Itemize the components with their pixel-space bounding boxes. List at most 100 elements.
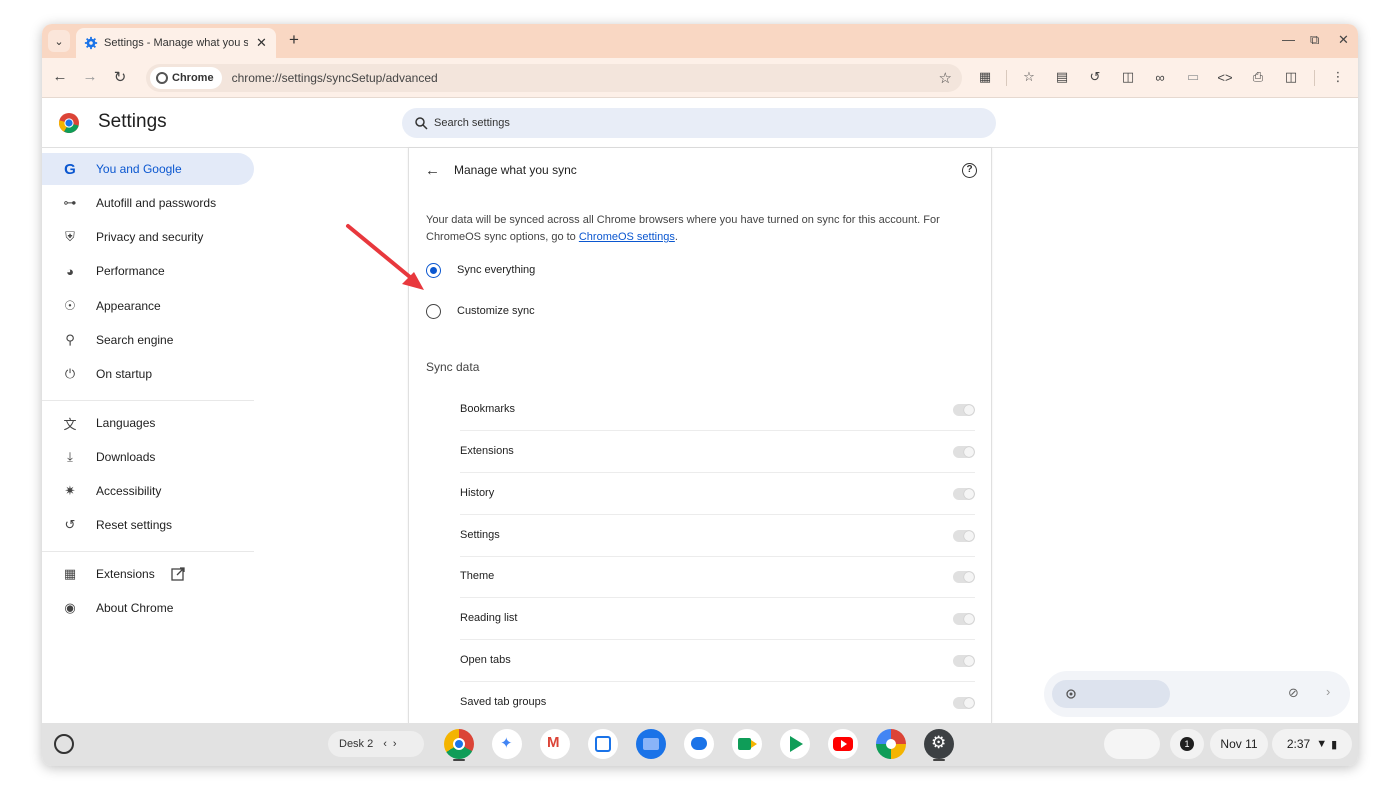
url-text[interactable]: chrome://settings/syncSetup/advanced	[232, 71, 438, 85]
chip-label: Chrome	[172, 72, 214, 84]
notification-tray[interactable]: 1	[1170, 729, 1204, 759]
sidebar-item-label: Downloads	[96, 450, 156, 464]
open-external-icon	[171, 567, 185, 581]
reload-icon[interactable]: ↻	[110, 68, 130, 86]
sidebar-item-you-and-google[interactable]: G You and Google	[42, 153, 254, 185]
search-box[interactable]	[402, 108, 996, 138]
calendar-app-icon[interactable]	[588, 729, 618, 759]
app-running-indicator	[933, 759, 945, 761]
settings-app-icon[interactable]: ⚙	[924, 729, 954, 759]
description-end: .	[674, 231, 678, 243]
close-window-icon[interactable]: ✕	[1338, 32, 1349, 48]
sidebar-item-appearance[interactable]: ☉ Appearance	[42, 290, 254, 322]
do-not-disturb-icon[interactable]: ⊘	[1288, 685, 1299, 701]
print-icon[interactable]: ⎙	[1249, 68, 1267, 86]
side-panel-icon[interactable]: ◫	[1282, 68, 1300, 86]
tab-search-button[interactable]: ⌄	[48, 30, 70, 52]
chrome-icon: ◉	[64, 600, 76, 615]
help-icon[interactable]: ?	[962, 163, 977, 178]
open-tabs-toggle[interactable]	[953, 655, 975, 667]
chrome-app-icon[interactable]	[444, 729, 474, 759]
sidebar-item-extensions[interactable]: ▦ Extensions	[42, 558, 254, 590]
sync-row-theme: Theme	[460, 556, 975, 598]
shield-icon: ⛨	[65, 229, 75, 244]
sidebar-divider	[42, 400, 254, 401]
meet-app-icon[interactable]	[732, 729, 762, 759]
bookmark-star-icon[interactable]: ☆	[939, 69, 952, 87]
chromeos-settings-link[interactable]: ChromeOS settings	[579, 231, 675, 243]
sidebar-item-search-engine[interactable]: ⚲ Search engine	[42, 324, 254, 356]
desk-arrows-icon[interactable]: ‹›	[383, 738, 402, 750]
sidebar-item-languages[interactable]: 文 Languages	[42, 407, 254, 439]
new-tab-button[interactable]: +	[284, 30, 304, 50]
sync-row-history: History	[460, 473, 975, 515]
reading-list-toggle[interactable]	[953, 613, 975, 625]
sidebar-item-label: Reset settings	[96, 518, 173, 532]
messages-app-icon[interactable]	[684, 729, 714, 759]
restore-icon[interactable]: ⧉	[1310, 32, 1319, 48]
holding-space-thumbnail[interactable]	[1104, 729, 1160, 759]
back-arrow-icon[interactable]: ←	[425, 162, 440, 179]
settings-toggle[interactable]	[953, 530, 975, 542]
close-tab-icon[interactable]: ✕	[256, 35, 267, 51]
launcher-button[interactable]	[54, 734, 74, 754]
sync-row-reading-list: Reading list	[460, 598, 975, 640]
sidebar-item-label: On startup	[96, 367, 153, 381]
cast-icon[interactable]: ▭	[1184, 68, 1202, 86]
minimize-icon[interactable]: —	[1282, 32, 1295, 47]
sidebar-divider	[42, 551, 254, 552]
gmail-app-icon[interactable]: M	[540, 729, 570, 759]
saved-tab-groups-toggle[interactable]	[953, 697, 975, 709]
extensions-toggle[interactable]	[953, 446, 975, 458]
history-icon[interactable]: ↺	[1086, 68, 1104, 86]
gemini-app-icon[interactable]: ✦	[492, 729, 522, 759]
notification-count-badge: 1	[1180, 737, 1194, 751]
back-arrow-icon[interactable]: ←	[50, 68, 70, 85]
site-info-chip[interactable]: Chrome	[150, 67, 222, 89]
search-icon	[415, 117, 428, 130]
sidebar-item-autofill[interactable]: ⊶ Autofill and passwords	[42, 187, 254, 219]
play-store-app-icon[interactable]	[780, 729, 810, 759]
chevron-right-icon[interactable]: ›	[1326, 684, 1330, 699]
extensions-puzzle-icon[interactable]: ▦	[976, 68, 994, 86]
sync-row-label: Open tabs	[460, 654, 511, 666]
sidebar-item-accessibility[interactable]: ✷ Accessibility	[42, 475, 254, 507]
sidebar-item-reset-settings[interactable]: ↺ Reset settings	[42, 509, 254, 541]
link-icon[interactable]: ∞	[1151, 68, 1169, 86]
photos-app-icon[interactable]	[876, 729, 906, 759]
customize-sync-label[interactable]: Customize sync	[457, 305, 535, 317]
forward-arrow-icon[interactable]: →	[80, 68, 100, 85]
sidebar-item-privacy[interactable]: ⛨ Privacy and security	[42, 221, 254, 253]
sidebar-item-label: Appearance	[96, 299, 161, 313]
sync-row-label: History	[460, 487, 495, 499]
reading-mode-icon[interactable]: ▤	[1053, 68, 1071, 86]
tab-settings[interactable]: Settings - Manage what you sync ✕	[76, 28, 276, 58]
sync-everything-label[interactable]: Sync everything	[457, 264, 535, 276]
sidebar-item-about-chrome[interactable]: ◉ About Chrome	[42, 592, 254, 624]
customize-sync-radio[interactable]	[426, 304, 441, 319]
files-app-icon[interactable]	[636, 729, 666, 759]
card-title: Manage what you sync	[454, 163, 577, 177]
youtube-app-icon[interactable]	[828, 729, 858, 759]
date-tray[interactable]: Nov 11	[1210, 729, 1268, 759]
sync-row-extensions: Extensions	[460, 431, 975, 473]
sidebar-item-label: Extensions	[96, 567, 155, 581]
brightness-slider[interactable]	[1052, 680, 1170, 708]
theme-toggle[interactable]	[953, 571, 975, 583]
bookmarks-icon[interactable]: ☆	[1020, 68, 1038, 86]
sidebar-item-on-startup[interactable]: ⏻ On startup	[42, 358, 254, 390]
bookmarks-toggle[interactable]	[953, 404, 975, 416]
address-bar[interactable]: Chrome chrome://settings/syncSetup/advan…	[146, 64, 962, 92]
sync-row-open-tabs: Open tabs	[460, 640, 975, 682]
download-icon: ⤓	[67, 449, 73, 464]
sidebar-item-downloads[interactable]: ⤓ Downloads	[42, 441, 254, 473]
page-title: Settings	[98, 111, 167, 132]
code-icon[interactable]: <>	[1216, 68, 1234, 86]
desk-switcher[interactable]: Desk 2 ‹›	[328, 731, 424, 757]
delete-icon[interactable]: ◫	[1119, 68, 1137, 86]
sidebar-item-performance[interactable]: ◕ Performance	[42, 255, 254, 287]
status-area[interactable]: 2:37 ▼ ▮	[1272, 729, 1352, 759]
search-input[interactable]	[434, 117, 954, 129]
history-toggle[interactable]	[953, 488, 975, 500]
more-menu-icon[interactable]: ⋮	[1329, 68, 1347, 86]
